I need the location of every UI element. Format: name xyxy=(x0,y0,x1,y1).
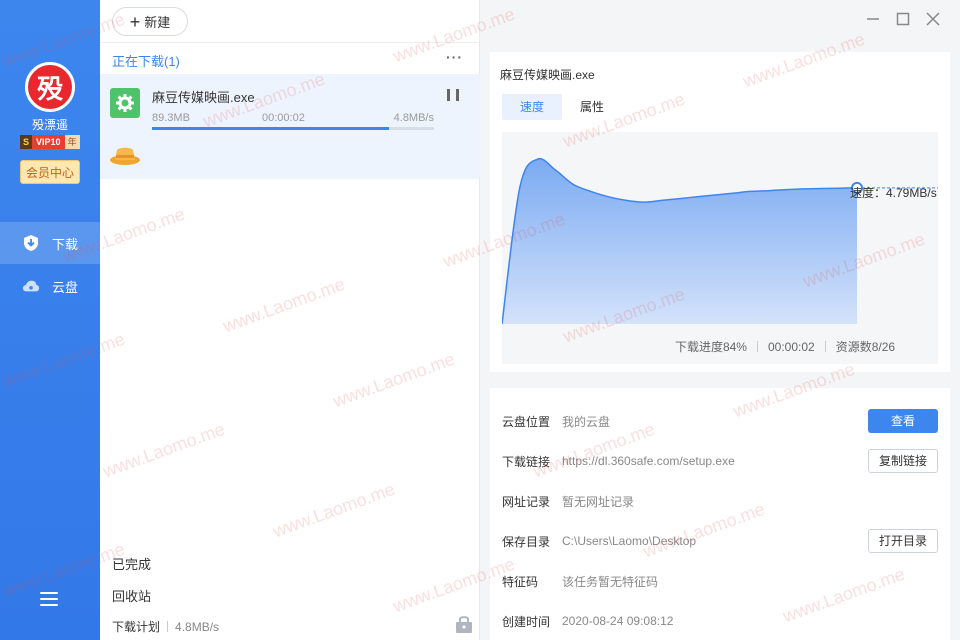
prop-label: 网址记录 xyxy=(502,494,551,509)
hat-icon[interactable] xyxy=(109,144,141,166)
elapsed-time: 00:00:02 xyxy=(767,339,815,354)
exe-file-icon xyxy=(110,88,140,118)
prop-value: 该任务暂无特征码 xyxy=(562,574,659,589)
sidebar-item-label: 云盘 xyxy=(52,279,79,295)
speed-chart: 速度：4.79MB/s 下载进度84% 00:00:02 资源数8/26 xyxy=(501,132,938,364)
copy-link-button[interactable]: 复制链接 xyxy=(868,449,938,473)
tab-properties[interactable]: 属性 xyxy=(562,94,622,120)
source-count: 资源数8/26 xyxy=(835,340,896,354)
prop-label: 特征码 xyxy=(502,574,539,589)
vip-level: VIP10 xyxy=(32,135,65,149)
progress-bar xyxy=(152,127,434,130)
download-file-name: 麻豆传媒映画.exe xyxy=(152,90,255,105)
app-logo[interactable]: 殁 xyxy=(25,62,75,112)
view-button[interactable]: 查看 xyxy=(868,409,938,433)
minimize-icon[interactable] xyxy=(866,12,880,26)
prop-label: 创建时间 xyxy=(502,614,551,629)
chart-stats: 下载进度84% 00:00:02 资源数8/26 xyxy=(502,338,938,355)
detail-tabs: 速度 属性 xyxy=(502,94,622,120)
section-downloading-title[interactable]: 正在下载(1) xyxy=(112,51,180,70)
prop-value: 暂无网址记录 xyxy=(562,494,635,509)
prop-row-created-time: 创建时间 2020-08-24 09:08:12 xyxy=(502,609,938,633)
prop-label: 云盘位置 xyxy=(502,414,551,429)
detail-file-name: 麻豆传媒映画.exe xyxy=(500,68,595,82)
download-item[interactable]: 麻豆传媒映画.exe 89.3MB 00:00:02 4.8MB/s xyxy=(100,74,480,179)
download-elapsed: 00:00:02 xyxy=(262,112,305,124)
pause-icon[interactable] xyxy=(447,89,459,101)
speed-area xyxy=(502,158,857,324)
download-list-panel: + 新建 正在下载(1) ··· 麻豆传媒映画.exe 89.3MB 00:00… xyxy=(100,0,480,640)
speed-card: 麻豆传媒映画.exe 速度 属性 速度：4.79MB/s 下载进度84% 00:… xyxy=(490,52,950,372)
download-speed: 4.8MB/s xyxy=(393,112,434,124)
divider xyxy=(824,341,826,352)
vip-unit: 年 xyxy=(64,135,80,149)
current-speed-label: 速度：4.79MB/s xyxy=(850,186,937,200)
prop-row-url-history: 网址记录 暂无网址记录 xyxy=(502,489,938,513)
prop-row-signature: 特征码 该任务暂无特征码 xyxy=(502,569,938,593)
cloud-icon xyxy=(22,277,40,295)
recycle-bin-link[interactable]: 回收站 xyxy=(112,586,151,605)
properties-card: 云盘位置 我的云盘 查看 下载链接 https://dl.360safe.com… xyxy=(490,388,950,640)
vip-s: S xyxy=(20,135,33,149)
download-size: 89.3MB xyxy=(152,112,190,124)
sidebar-item-cloud[interactable]: 云盘 xyxy=(0,265,100,307)
plan-value: 4.8MB/s xyxy=(175,619,220,634)
completed-link[interactable]: 已完成 xyxy=(112,554,151,573)
app-name: 殁漂遥 xyxy=(31,118,68,132)
close-icon[interactable] xyxy=(926,12,940,26)
more-options-icon[interactable]: ··· xyxy=(446,49,463,65)
prop-label: 保存目录 xyxy=(502,534,551,549)
sidebar-item-download[interactable]: 下载 xyxy=(0,222,100,264)
sidebar: 殁 殁漂遥 S VIP10 年 会员中心 下载 云盘 xyxy=(0,0,100,640)
plus-icon: + xyxy=(129,11,141,32)
divider xyxy=(167,621,169,632)
speed-chart-svg xyxy=(501,157,938,325)
prop-value: 2020-08-24 09:08:12 xyxy=(562,614,674,628)
download-shield-icon xyxy=(22,234,40,252)
lock-icon[interactable] xyxy=(454,614,474,634)
prop-label: 下载链接 xyxy=(502,454,551,469)
member-center-button[interactable]: 会员中心 xyxy=(20,160,80,184)
logo-glyph: 殁 xyxy=(36,74,63,105)
divider xyxy=(100,42,480,43)
progress-fill xyxy=(152,127,389,130)
hamburger-menu-icon[interactable] xyxy=(40,592,58,606)
download-plan[interactable]: 下载计划 4.8MB/s xyxy=(112,618,219,635)
vip-badge: S VIP10 年 xyxy=(20,135,80,149)
maximize-icon[interactable] xyxy=(896,12,910,26)
progress-percent: 下载进度84% xyxy=(674,340,747,354)
tab-speed[interactable]: 速度 xyxy=(502,94,562,120)
new-task-label: 新建 xyxy=(144,15,171,30)
divider xyxy=(756,341,758,352)
open-directory-button[interactable]: 打开目录 xyxy=(868,529,938,553)
plan-label: 下载计划 xyxy=(112,620,161,634)
sidebar-item-label: 下载 xyxy=(52,236,79,252)
new-task-button[interactable]: + 新建 xyxy=(112,7,188,36)
